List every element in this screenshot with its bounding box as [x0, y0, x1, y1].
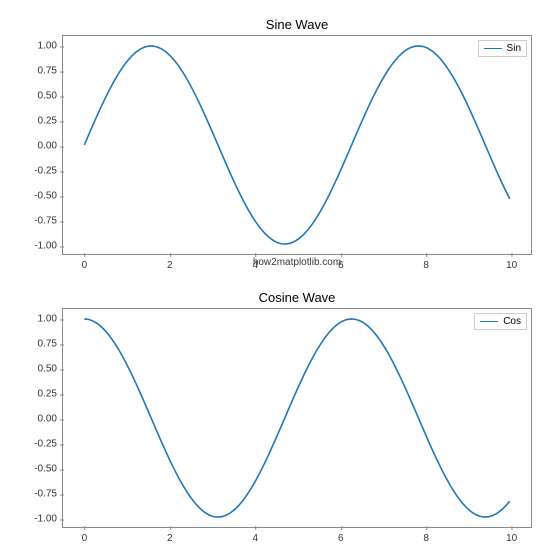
y-tick: 0.75	[38, 66, 63, 77]
y-tick: -1.00	[34, 514, 63, 525]
plot-area-sine: Sin how2matplotlib.com -1.00-0.75-0.50-0…	[62, 35, 532, 255]
chart-title-cosine: Cosine Wave	[62, 290, 532, 305]
y-tick: 0.00	[38, 141, 63, 152]
y-tick: 0.00	[38, 414, 63, 425]
x-tick: 2	[167, 254, 173, 271]
x-tick: 10	[506, 527, 517, 544]
subplot-sine: Sine Wave Sin how2matplotlib.com -1.00-0…	[62, 35, 532, 255]
y-tick: 0.50	[38, 364, 63, 375]
legend-swatch-icon	[480, 321, 498, 322]
y-tick: 0.50	[38, 91, 63, 102]
subplot-cosine: Cosine Wave Cos -1.00-0.75-0.50-0.250.00…	[62, 308, 532, 528]
y-tick: -0.50	[34, 464, 63, 475]
x-tick: 4	[252, 254, 258, 271]
x-tick: 4	[252, 527, 258, 544]
y-tick: -0.25	[34, 439, 63, 450]
x-tick: 6	[338, 254, 344, 271]
legend-cosine: Cos	[474, 313, 527, 330]
legend-sine: Sin	[478, 40, 527, 57]
caption-sine: how2matplotlib.com	[63, 257, 531, 268]
y-tick: -1.00	[34, 241, 63, 252]
y-tick: 1.00	[38, 314, 63, 325]
x-tick: 0	[82, 527, 88, 544]
plot-area-cosine: Cos -1.00-0.75-0.50-0.250.000.250.500.75…	[62, 308, 532, 528]
x-tick: 2	[167, 527, 173, 544]
y-tick: -0.25	[34, 166, 63, 177]
x-tick: 10	[506, 254, 517, 271]
y-tick: 0.25	[38, 389, 63, 400]
x-tick: 0	[82, 254, 88, 271]
legend-label-cosine: Cos	[503, 316, 521, 327]
y-tick: 0.75	[38, 339, 63, 350]
cosine-curve	[63, 309, 531, 527]
y-tick: -0.50	[34, 191, 63, 202]
x-tick: 8	[423, 254, 429, 271]
y-tick: 1.00	[38, 41, 63, 52]
y-tick: 0.25	[38, 116, 63, 127]
legend-swatch-icon	[484, 48, 502, 49]
x-tick: 8	[423, 527, 429, 544]
chart-title-sine: Sine Wave	[62, 17, 532, 32]
x-tick: 6	[338, 527, 344, 544]
y-tick: -0.75	[34, 216, 63, 227]
y-tick: -0.75	[34, 489, 63, 500]
sine-curve	[63, 36, 531, 254]
legend-label-sine: Sin	[507, 43, 521, 54]
